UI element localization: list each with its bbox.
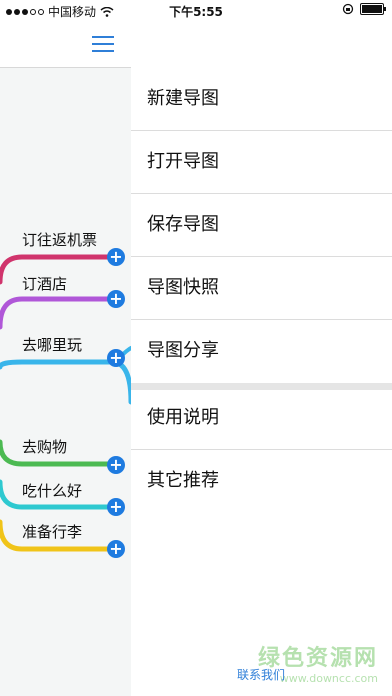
menu-item-help[interactable]: 使用说明 xyxy=(131,386,392,450)
menu-item-label: 保存导图 xyxy=(147,214,219,235)
menu-item-new-map[interactable]: 新建导图 xyxy=(131,67,392,131)
add-node-button[interactable]: + xyxy=(107,540,125,558)
add-node-button[interactable]: + xyxy=(107,248,125,266)
side-menu: 新建导图 打开导图 保存导图 导图快照 导图分享 使用说明 其它推荐 绿色资源网… xyxy=(131,22,392,696)
rotation-lock-icon xyxy=(342,3,354,15)
node-label[interactable]: 订往返机票 xyxy=(22,229,97,250)
add-node-button[interactable]: + xyxy=(107,349,125,367)
menu-item-label: 使用说明 xyxy=(147,407,219,428)
mindmap-canvas[interactable]: 订往返机票 订酒店 去哪里玩 去购物 吃什么好 准备行李 + + + + + + xyxy=(0,22,131,696)
node-label[interactable]: 订酒店 xyxy=(22,273,67,294)
battery-icon xyxy=(360,3,386,15)
menu-item-label: 导图快照 xyxy=(147,277,219,298)
contact-us-link[interactable]: 联系我们 xyxy=(237,666,285,683)
menu-item-open-map[interactable]: 打开导图 xyxy=(131,130,392,194)
menu-item-label: 新建导图 xyxy=(147,88,219,109)
menu-item-share[interactable]: 导图分享 xyxy=(131,319,392,382)
menu-item-label: 打开导图 xyxy=(147,151,219,172)
node-label[interactable]: 准备行李 xyxy=(22,521,82,542)
branch-line-play xyxy=(0,359,131,405)
menu-item-recommend[interactable]: 其它推荐 xyxy=(131,449,392,512)
menu-item-label: 其它推荐 xyxy=(147,470,219,491)
menu-item-save-map[interactable]: 保存导图 xyxy=(131,193,392,257)
add-node-button[interactable]: + xyxy=(107,456,125,474)
node-label[interactable]: 去哪里玩 xyxy=(22,334,82,355)
menu-item-snapshot[interactable]: 导图快照 xyxy=(131,256,392,320)
menu-item-label: 导图分享 xyxy=(147,340,219,361)
status-right xyxy=(342,3,386,15)
add-node-button[interactable]: + xyxy=(107,498,125,516)
status-bar: 中国移动 下午5:55 xyxy=(0,0,392,22)
node-label[interactable]: 去购物 xyxy=(22,436,67,457)
add-node-button[interactable]: + xyxy=(107,290,125,308)
node-label[interactable]: 吃什么好 xyxy=(22,480,82,501)
status-time: 下午5:55 xyxy=(169,5,223,19)
branch-line-hotel xyxy=(0,296,119,330)
